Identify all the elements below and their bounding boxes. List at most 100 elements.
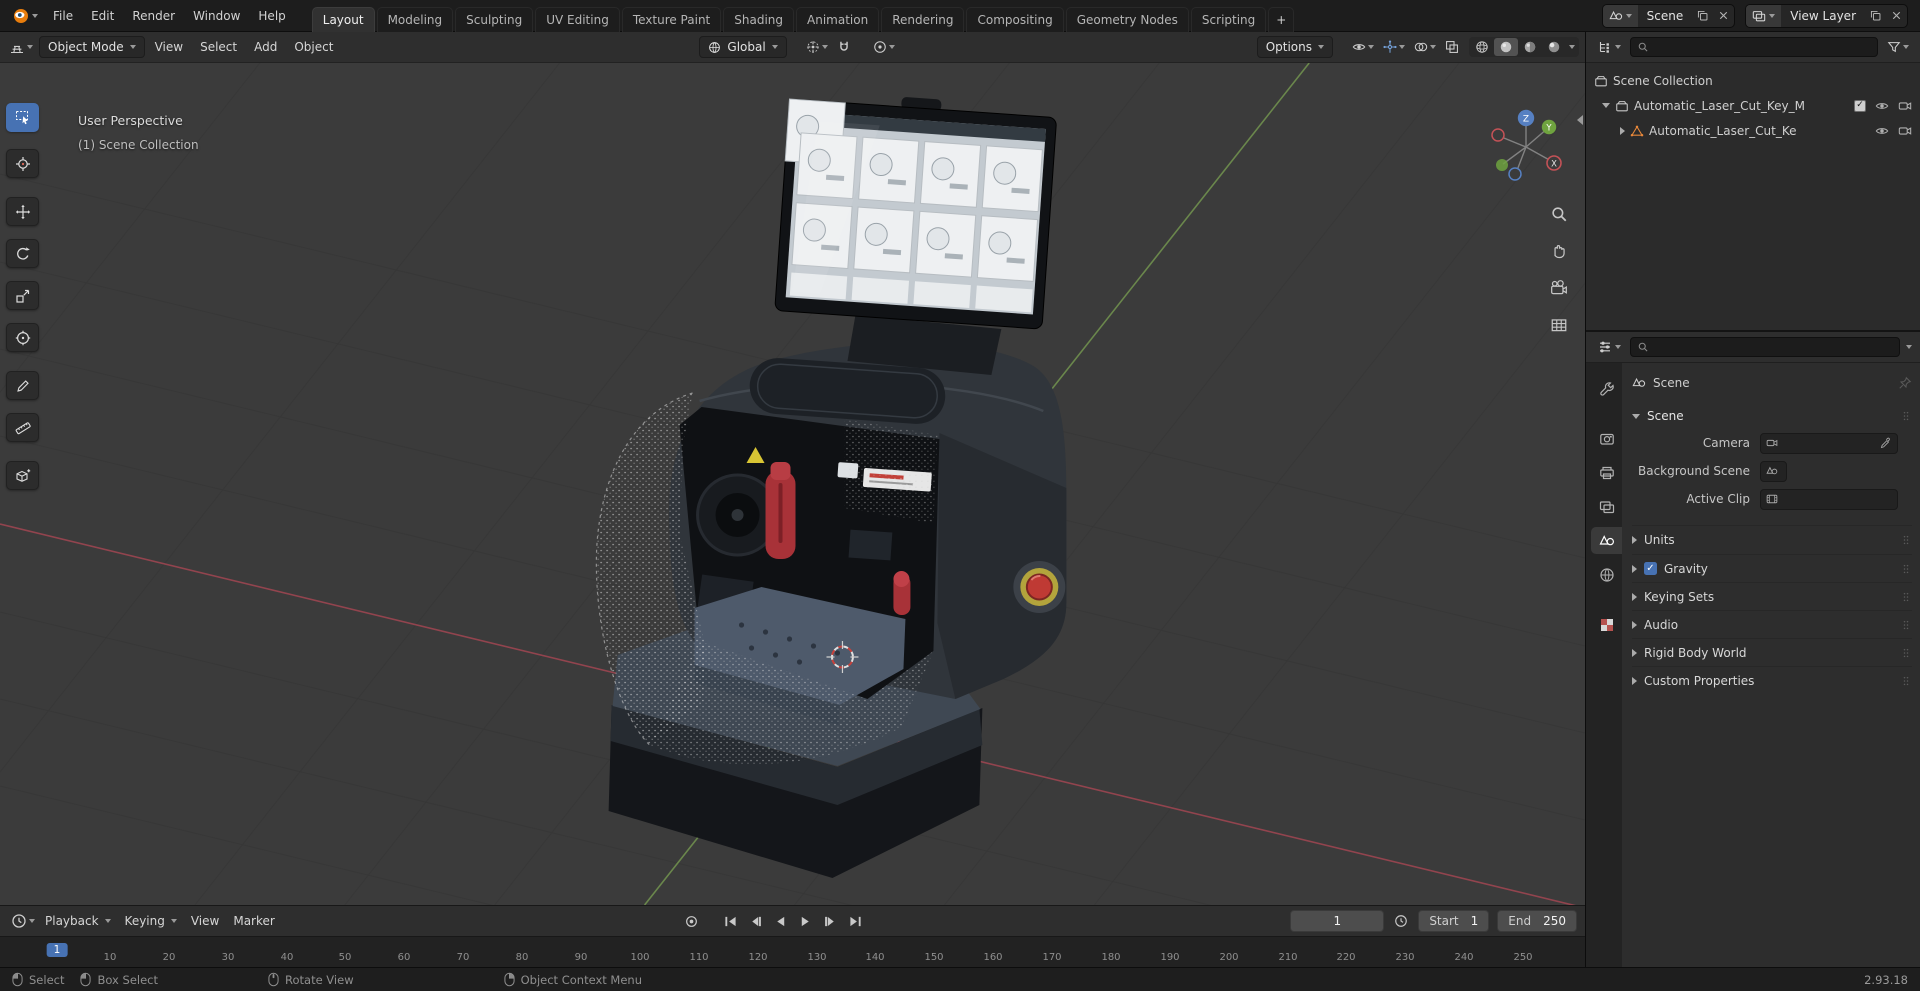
panel-audio[interactable]: Audio: [1632, 610, 1912, 638]
panel-keying-sets[interactable]: Keying Sets: [1632, 582, 1912, 610]
properties-tab-world[interactable]: [1591, 561, 1622, 588]
properties-tab-output[interactable]: [1591, 459, 1622, 486]
add-workspace-button[interactable]: +: [1268, 6, 1295, 32]
auto-keying-button[interactable]: [680, 912, 703, 932]
outliner-editor-type-button[interactable]: [1594, 37, 1624, 57]
tool-annotate[interactable]: [6, 371, 39, 400]
collapse-caret-icon[interactable]: [1620, 126, 1625, 135]
panel-rigid-body-world[interactable]: Rigid Body World: [1632, 638, 1912, 666]
chevron-down-icon[interactable]: [1906, 345, 1912, 349]
properties-tab-tool[interactable]: [1591, 375, 1622, 402]
workspace-tab-texture-paint[interactable]: Texture Paint: [621, 6, 722, 32]
scene-panel-header[interactable]: Scene: [1632, 403, 1912, 429]
properties-tab-scene[interactable]: [1591, 527, 1622, 554]
view-layer-new-button[interactable]: [1865, 5, 1886, 27]
outliner-row-object[interactable]: Automatic_Laser_Cut_Ke: [1586, 118, 1920, 143]
view-layer-remove-button[interactable]: [1886, 5, 1907, 27]
options-dropdown[interactable]: Options: [1256, 36, 1333, 58]
workspace-tab-scripting[interactable]: Scripting: [1190, 6, 1267, 32]
overlays-dropdown[interactable]: [1411, 38, 1439, 56]
viewport-canvas[interactable]: [0, 63, 1585, 905]
proportional-editing-toggle[interactable]: [870, 38, 898, 56]
timeline-marker-menu[interactable]: Marker: [226, 911, 281, 931]
menu-window[interactable]: Window: [185, 6, 248, 26]
snap-toggle[interactable]: [834, 38, 854, 56]
properties-tab-render[interactable]: [1591, 425, 1622, 452]
current-frame-marker[interactable]: 1: [46, 943, 68, 957]
machine-model[interactable]: [595, 89, 1067, 878]
shading-solid-button[interactable]: [1494, 38, 1518, 56]
viewport-menu-select[interactable]: Select: [193, 37, 244, 57]
jump-to-end-button[interactable]: [844, 912, 867, 932]
tool-add-cube[interactable]: [6, 461, 39, 490]
workspace-tab-shading[interactable]: Shading: [723, 6, 794, 32]
use-preview-range-button[interactable]: [1392, 912, 1410, 930]
camera-view-button[interactable]: [1548, 277, 1570, 299]
workspace-tab-modeling[interactable]: Modeling: [376, 6, 454, 32]
xray-toggle[interactable]: [1442, 38, 1462, 56]
shading-material-button[interactable]: [1518, 38, 1542, 56]
scene-unlink-button[interactable]: [1713, 5, 1734, 27]
scene-browse-button[interactable]: [1602, 4, 1638, 27]
timeline-ruler[interactable]: 10 20 30 40 50 60 70 80 90 100 110 120 1…: [0, 936, 1585, 967]
outliner-row-collection[interactable]: Automatic_Laser_Cut_Key_M: [1586, 93, 1920, 118]
playback-menu[interactable]: Playback: [38, 911, 118, 931]
shading-wireframe-button[interactable]: [1470, 38, 1494, 56]
camera-field[interactable]: [1760, 432, 1898, 454]
view-layer-browse-button[interactable]: [1746, 4, 1782, 27]
play-reverse-button[interactable]: [769, 912, 792, 932]
tool-rotate[interactable]: [6, 239, 39, 268]
properties-search-input[interactable]: [1654, 340, 1893, 354]
workspace-tab-compositing[interactable]: Compositing: [966, 6, 1064, 32]
menu-file[interactable]: File: [45, 6, 81, 26]
panel-grip-icon[interactable]: [1900, 534, 1912, 546]
panel-custom-properties[interactable]: Custom Properties: [1632, 666, 1912, 694]
next-keyframe-button[interactable]: [819, 912, 842, 932]
sidebar-toggle-arrow[interactable]: [1577, 115, 1583, 125]
viewport-menu-add[interactable]: Add: [247, 37, 284, 57]
camera-icon[interactable]: [1898, 124, 1912, 138]
shading-rendered-button[interactable]: [1542, 38, 1566, 56]
workspace-tab-geometry-nodes[interactable]: Geometry Nodes: [1065, 6, 1189, 32]
current-frame-field[interactable]: 1: [1290, 910, 1385, 932]
panel-grip-icon[interactable]: [1900, 619, 1912, 631]
timeline-view-menu[interactable]: View: [184, 911, 226, 931]
pan-button[interactable]: [1548, 240, 1570, 262]
outliner-search-input[interactable]: [1654, 40, 1871, 54]
gizmo-z-neg-axis[interactable]: [1508, 167, 1522, 181]
zoom-button[interactable]: [1548, 203, 1570, 225]
menu-edit[interactable]: Edit: [83, 6, 122, 26]
outliner-search[interactable]: [1630, 37, 1878, 57]
orthographic-toggle-button[interactable]: [1548, 314, 1570, 336]
pin-icon[interactable]: [1898, 376, 1912, 390]
menu-render[interactable]: Render: [124, 6, 183, 26]
gravity-checkbox[interactable]: [1644, 562, 1657, 575]
panel-grip-icon[interactable]: [1900, 675, 1912, 687]
object-visibility-dropdown[interactable]: [1349, 38, 1377, 56]
workspace-tab-layout[interactable]: Layout: [311, 6, 375, 32]
panel-grip-icon[interactable]: [1900, 591, 1912, 603]
eye-icon[interactable]: [1875, 99, 1889, 113]
jump-to-start-button[interactable]: [719, 912, 742, 932]
properties-tab-texture[interactable]: [1591, 611, 1622, 638]
workspace-tab-sculpting[interactable]: Sculpting: [455, 6, 534, 32]
gizmos-dropdown[interactable]: [1380, 38, 1408, 56]
panel-grip-icon[interactable]: [1900, 647, 1912, 659]
transform-orientation-dropdown[interactable]: Global: [699, 36, 787, 58]
expand-caret-icon[interactable]: [1602, 103, 1610, 108]
snapping-dropdown[interactable]: [803, 38, 831, 56]
tool-cursor[interactable]: [6, 149, 39, 178]
workspace-tab-animation[interactable]: Animation: [796, 6, 880, 32]
eye-icon[interactable]: [1875, 124, 1889, 138]
camera-icon[interactable]: [1898, 99, 1912, 113]
properties-tab-view-layer[interactable]: [1591, 493, 1622, 520]
keying-menu[interactable]: Keying: [118, 911, 184, 931]
end-frame-field[interactable]: End 250: [1497, 910, 1577, 932]
navigation-gizmo[interactable]: Z Y X: [1484, 105, 1568, 189]
viewport-3d[interactable]: User Perspective (1) Scene Collection Z: [0, 63, 1585, 905]
tool-measure[interactable]: [6, 413, 39, 442]
gizmo-x-neg-axis[interactable]: [1491, 128, 1505, 142]
tool-select-box[interactable]: [6, 103, 39, 132]
workspace-tab-rendering[interactable]: Rendering: [881, 6, 965, 32]
collection-exclude-checkbox[interactable]: [1854, 99, 1866, 112]
